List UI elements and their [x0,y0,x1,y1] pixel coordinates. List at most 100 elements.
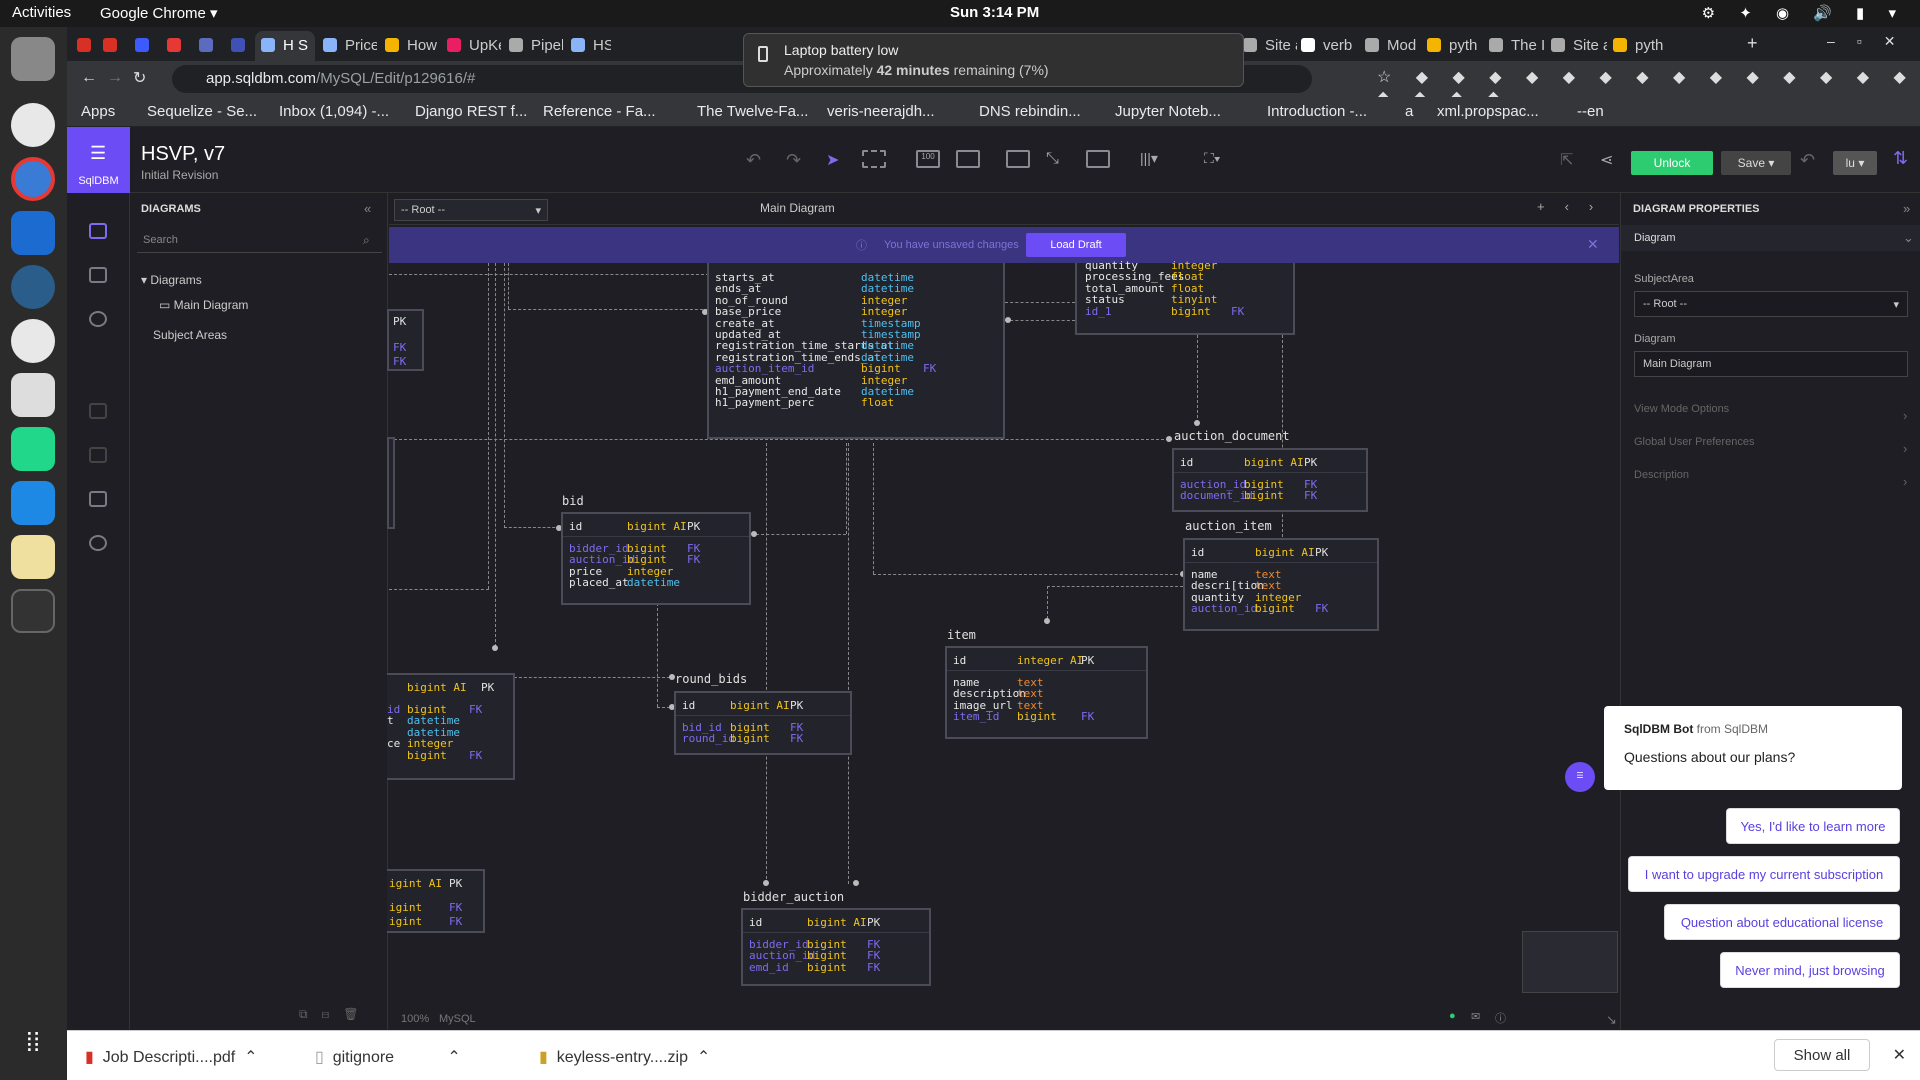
resize-icon[interactable]: ↘ [1606,1012,1617,1028]
revert-icon[interactable]: ↶ [1800,150,1815,171]
table-bid[interactable]: id bigint AI PK bidder_id bigint FK auction_id… [561,512,751,605]
app-menu[interactable]: Google Chrome ▾ [100,4,218,22]
bookmark[interactable]: --en [1577,103,1604,120]
tab[interactable]: Site a [1545,31,1607,61]
share-icon[interactable]: ⋖ [1600,150,1624,169]
table-auction[interactable]: starts_at datetime ends_at datetime no_of_ro… [707,263,1005,439]
system-tray[interactable]: ⚙ ✦ ◉ 🔊 ▮ ▾ [1702,4,1906,22]
tab[interactable]: The I [1483,31,1545,61]
connector-dot[interactable] [1005,317,1011,323]
db-export-icon[interactable] [89,535,107,551]
tab[interactable]: verb [1295,31,1357,61]
chat-option-learn-more[interactable]: Yes, I'd like to learn more [1726,808,1900,844]
terminal-icon[interactable] [11,589,55,633]
bookmark[interactable]: veris-neerajdh... [827,103,935,120]
tab[interactable]: Mod [1359,31,1421,61]
add-table-icon[interactable] [1006,150,1030,168]
connector-dot[interactable] [1044,618,1050,624]
diagrams-icon[interactable] [89,223,107,239]
section-global-prefs[interactable]: Global User Preferences [1634,436,1754,448]
app-grid-icon[interactable]: ⁞⁞ [11,1027,55,1071]
download-item[interactable]: ▯ gitignore ⌃ [315,1047,461,1067]
tab-current[interactable]: H S [255,31,315,61]
chat-option-browsing[interactable]: Never mind, just browsing [1720,952,1900,988]
text-editor-icon[interactable] [11,373,55,417]
tree-main-diagram[interactable]: ▭ Main Diagram [159,298,248,312]
app-icon[interactable] [11,265,55,309]
section-diagram[interactable]: Diagram ⌄ [1621,225,1920,251]
tab[interactable]: UpKe [441,31,501,61]
database-icon[interactable] [89,311,107,327]
close-icon[interactable]: ✕ [1893,1045,1906,1065]
gift-icon[interactable]: ✉ [1471,1010,1480,1023]
fit-icon[interactable] [956,150,980,168]
connector-dot[interactable] [763,880,769,886]
table-partial-left[interactable]: PK FK FK [387,309,424,371]
download-item[interactable]: ▮ keyless-entry....zip ⌃ [539,1047,710,1067]
bookmark[interactable]: Inbox (1,094) -... [279,103,389,120]
new-tab-button[interactable]: + [1747,33,1758,54]
diagram-name-input[interactable]: Main Diagram [1634,351,1908,377]
close-icon[interactable]: ✕ [1587,236,1599,253]
compare-icon[interactable] [89,447,107,463]
bookmark[interactable]: DNS rebindin... [979,103,1081,120]
download-item[interactable]: ▮ Job Descripti....pdf ⌃ [85,1047,258,1067]
bookmark[interactable]: Reference - Fa... [543,103,656,120]
tab[interactable]: HSV [565,31,611,61]
connector-dot[interactable] [751,531,757,537]
minimap[interactable] [1522,931,1618,993]
panel-footer-icons[interactable]: ⧉⊟🗑 [299,1007,372,1022]
redo-icon[interactable]: ↷ [786,150,810,170]
tab-app[interactable] [193,31,223,61]
bookmark-apps[interactable]: Apps [81,103,115,120]
files-icon[interactable] [11,37,55,81]
table-item[interactable]: id integer AI PK name text description text ima… [945,646,1148,739]
tab[interactable]: Pipel [503,31,563,61]
unlock-button[interactable]: Unlock [1631,151,1713,175]
book-icon[interactable] [89,491,107,507]
bookmark[interactable]: xml.propspac... [1437,103,1539,120]
bookmark[interactable]: Django REST f... [415,103,527,120]
connector-dot[interactable] [853,880,859,886]
slack-icon[interactable] [11,319,55,363]
tree-diagrams[interactable]: ▾ Diagrams [141,273,202,287]
chat-option-upgrade[interactable]: I want to upgrade my current subscriptio… [1628,856,1900,892]
tab[interactable]: Price [317,31,377,61]
load-draft-button[interactable]: Load Draft [1026,233,1126,257]
tab-app[interactable] [129,31,159,61]
updater-icon[interactable] [11,481,55,525]
section-view-mode[interactable]: View Mode Options [1634,403,1729,415]
table-partial-left[interactable] [387,437,395,529]
search-input[interactable]: Search [137,229,382,253]
tree-subject-areas[interactable]: Subject Areas [153,328,227,342]
tables-icon[interactable] [89,267,107,283]
settings-sliders-icon[interactable]: ⇅ [1893,148,1908,169]
tab-gmail-2[interactable] [97,31,127,61]
subject-area-select[interactable]: -- Root -- ▾ [1634,291,1908,317]
table-bidder-auction[interactable]: id bigint AI PK bidder_id bigint FK auction_id… [741,908,931,986]
save-button[interactable]: Save ▾ [1721,151,1791,175]
tab[interactable]: How [379,31,439,61]
table-partial-left[interactable]: igint AI PK igint FK igint FK [387,869,485,933]
diagram-tab[interactable]: Main Diagram [760,201,835,215]
undo-icon[interactable]: ↶ [746,150,770,170]
help-icon[interactable]: ⓘ [1495,1010,1506,1026]
note-icon[interactable] [1086,150,1110,168]
docs-icon[interactable] [89,403,107,419]
align-icon[interactable]: |||▾ [1140,150,1164,168]
zoom-100-icon[interactable]: 100 [916,150,940,168]
pointer-icon[interactable]: ➤ [826,150,850,169]
user-menu[interactable]: lu ▾ [1833,151,1877,175]
clock[interactable]: Sun 3:14 PM [950,4,1039,21]
show-all-button[interactable]: Show all [1774,1039,1870,1071]
chrome-icon[interactable] [11,157,55,201]
table-auction-item[interactable]: id bigint AI PK name text descri[tion text quan… [1183,538,1379,631]
table-round-bids[interactable]: id bigint AI PK bid_id bigint FK round_id bigin… [674,691,852,755]
sqldbm-logo[interactable]: ☰ SqlDBM [67,127,130,193]
connector-dot[interactable] [492,645,498,651]
tab[interactable]: pyth [1607,31,1669,61]
window-controls[interactable]: –▫✕ [1827,33,1917,50]
bookmark[interactable]: a [1405,103,1413,120]
notes-icon[interactable] [11,535,55,579]
webstorm-icon[interactable] [11,211,55,255]
